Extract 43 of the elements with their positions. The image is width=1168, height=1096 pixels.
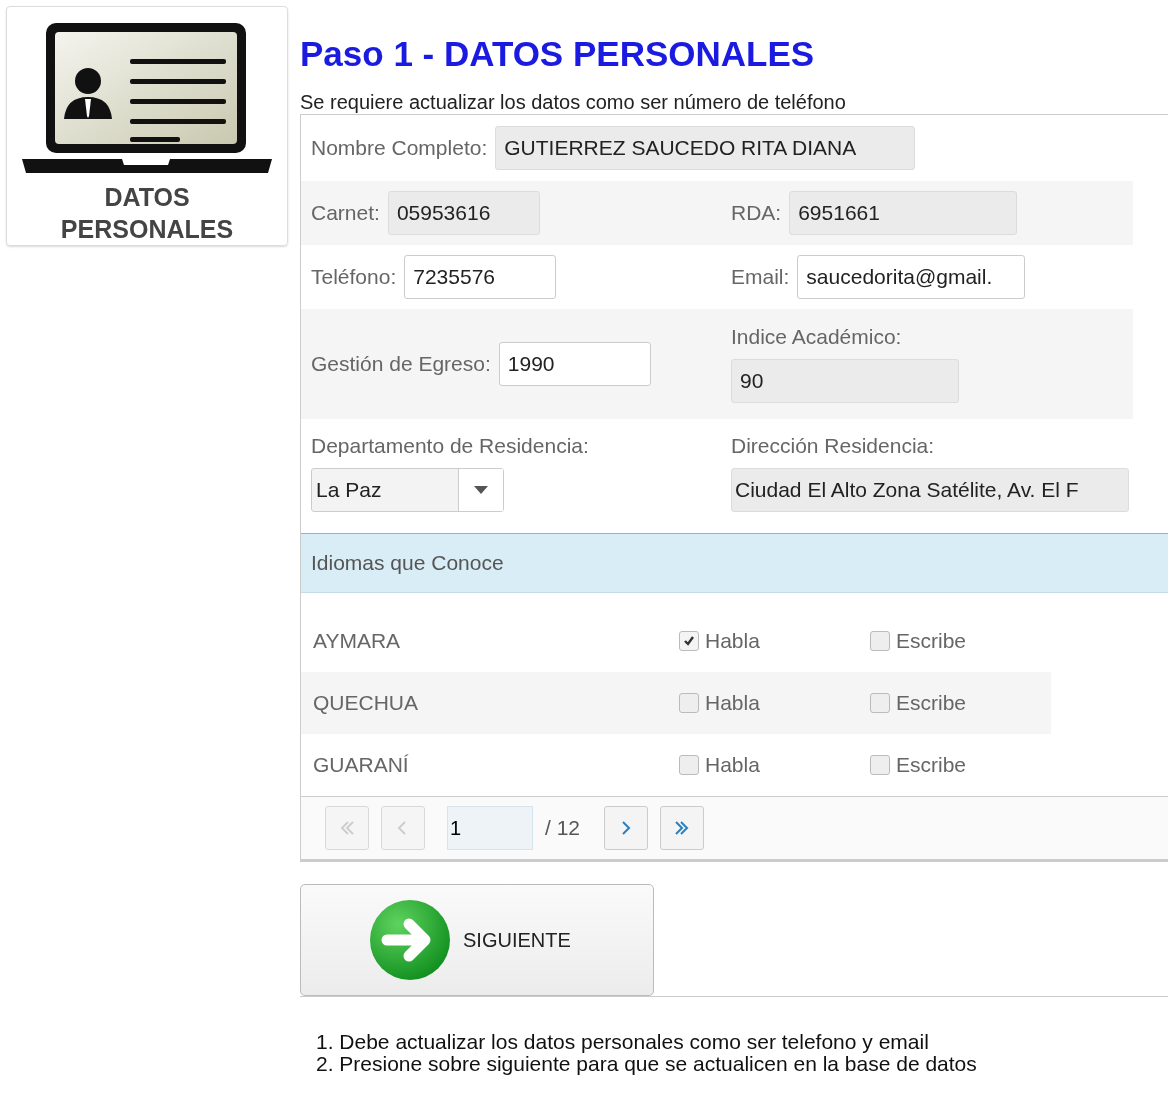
input-field[interactable]: 1990 [498, 342, 651, 386]
checkbox-option[interactable]: Habla [669, 629, 860, 653]
field-label: Nombre Completo: [311, 136, 488, 160]
input-field[interactable]: 90 [731, 359, 959, 403]
checkbox-option[interactable]: Habla [669, 753, 860, 777]
chevron-right-button[interactable] [604, 806, 649, 850]
sidebar-card[interactable]: DATOS PERSONALES [6, 6, 288, 246]
field-label: Departamento de Residencia: [311, 434, 589, 458]
dropdown-caret-icon [474, 486, 488, 494]
input-field[interactable]: 6951661 [789, 191, 1018, 235]
next-button[interactable]: SIGUIENTE [300, 884, 654, 996]
field-label: Indice Académico: [731, 325, 902, 349]
subtitle-text: Se requiere actualizar los datos como ser número de teléfono [300, 90, 847, 114]
field-label: Gestión de Egreso: [311, 352, 491, 376]
field-label: RDA: [731, 201, 782, 225]
double-chevron-right-icon [674, 820, 691, 836]
field-label: Dirección Residencia: [731, 434, 935, 458]
instruction-text: 2. Presione sobre siguiente para que se actualicen en la base de datos [316, 1053, 978, 1075]
input-field[interactable]: Ciudad El Alto Zona Satélite, Av. El F [731, 468, 1129, 512]
instruction-text: 1. Debe actualizar los datos personales como ser telefono y email [316, 1031, 930, 1053]
input-field[interactable]: 05953616 [387, 191, 540, 235]
input-field[interactable]: GUTIERREZ SAUCEDO RITA DIANA [495, 126, 916, 170]
checkbox-option[interactable]: Escribe [860, 691, 1051, 715]
page-title: Paso 1 - DATOS PERSONALES [300, 34, 816, 74]
page-input[interactable]: 1 [447, 806, 533, 850]
checkbox-option[interactable]: Escribe [860, 753, 1051, 777]
double-chevron-right-button[interactable] [660, 806, 705, 850]
double-chevron-left-icon [339, 820, 355, 836]
input-field[interactable]: saucedorita@gmail. [797, 255, 1026, 299]
language-name: QUECHUA [312, 691, 419, 715]
field-label: Teléfono: [311, 265, 397, 289]
input-field[interactable]: 7235576 [404, 255, 557, 299]
section-header: Idiomas que Conoce [301, 534, 1168, 593]
language-name: AYMARA [312, 629, 402, 653]
field-label: Email: [731, 265, 790, 289]
page-total: / 12 [545, 816, 581, 840]
sidebar-label: DATOS PERSONALES [59, 182, 235, 245]
field-label: Carnet: [311, 201, 380, 225]
checkbox-option[interactable]: Habla [669, 691, 860, 715]
department-select[interactable]: La Paz [311, 468, 504, 512]
check-icon [683, 635, 695, 647]
language-name: GUARANÍ [312, 753, 410, 777]
checkbox-option[interactable]: Escribe [860, 629, 1051, 653]
